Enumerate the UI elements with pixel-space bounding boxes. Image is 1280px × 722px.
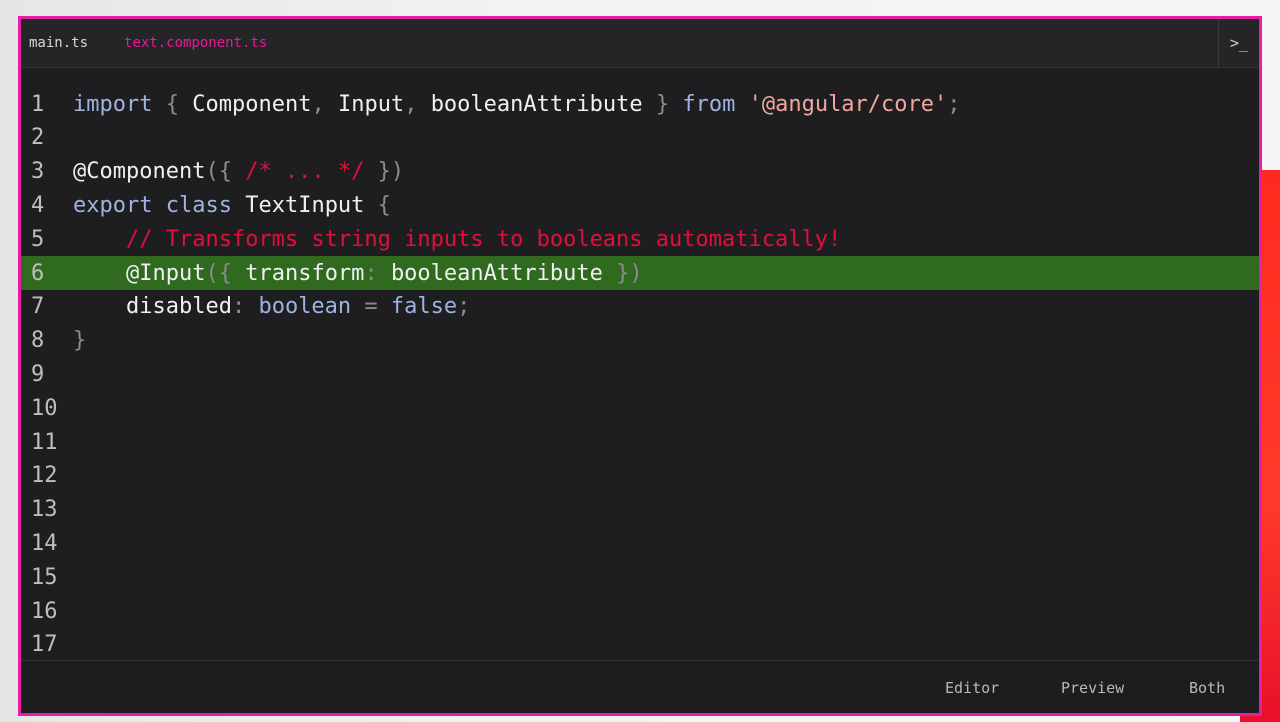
terminal-icon[interactable]: >_ [1218,19,1259,67]
code-token: import [73,91,153,117]
code-line[interactable]: 5 // Transforms string inputs to boolean… [21,222,1259,256]
code-token: }) [364,159,405,185]
code-line[interactable]: 11 [21,425,1259,459]
editor-view-button[interactable]: Editor [945,679,999,697]
code-token: : [364,260,391,286]
code-token: disabled [125,294,232,320]
code-token: } [73,328,87,354]
code-token: { [152,91,193,117]
line-number: 10 [31,395,58,421]
code-token: { [364,192,391,218]
tab-bar: main.ts text.component.ts >_ [21,19,1259,68]
code-text: export class TextInput { [73,193,391,218]
code-token: , [404,91,431,117]
code-token: class [165,192,232,218]
line-number: 13 [31,497,58,523]
tab-main-ts[interactable]: main.ts [29,35,88,51]
code-token: } [642,91,683,117]
code-line[interactable]: 1 import { Component, Input, booleanAttri… [21,87,1259,121]
line-number: 5 [31,226,45,252]
code-token: boolean [258,294,352,320]
code-editor-window: main.ts text.component.ts >_ 1 import { C… [18,16,1262,716]
both-view-button[interactable]: Both [1189,679,1225,697]
code-line[interactable]: 13 [21,493,1259,527]
code-token: '@angular/core' [748,91,948,117]
line-number: 8 [31,328,45,354]
preview-view-button[interactable]: Preview [1061,679,1124,697]
code-line[interactable]: 16 [21,594,1259,628]
line-number: 2 [31,125,45,151]
code-token: /* ... */ [245,159,365,185]
code-line[interactable]: 12 [21,459,1259,493]
code-line[interactable]: 17 [21,628,1259,662]
code-token: transform [245,260,365,286]
code-text: } [73,328,86,353]
code-token: ({ [205,260,246,286]
code-token: // Transforms string inputs to booleans … [125,226,842,252]
line-number: 3 [31,159,45,185]
code-line[interactable]: 4 export class TextInput { [21,188,1259,222]
code-text: @Input({ transform: booleanAttribute }) [73,261,643,286]
code-area[interactable]: 1 import { Component, Input, booleanAttri… [21,87,1259,663]
code-token: ({ [205,159,246,185]
code-token: Input [337,91,405,117]
code-line[interactable]: 8} [21,324,1259,358]
code-line[interactable]: 15 [21,560,1259,594]
code-token: @Component [73,159,206,185]
line-number: 12 [31,463,58,489]
code-token: Component [192,91,312,117]
code-line[interactable]: 10 [21,391,1259,425]
line-number: 7 [31,294,45,320]
code-token: = [351,294,391,320]
line-number: 17 [31,632,58,658]
code-token: export [73,192,153,218]
line-number: 9 [31,361,45,387]
code-token: : [231,294,259,320]
code-line[interactable]: 6 @Input({ transform: booleanAttribute }… [21,256,1259,290]
line-number: 6 [31,260,45,286]
tab-text-component-ts[interactable]: text.component.ts [124,35,267,51]
line-number: 15 [31,564,58,590]
code-line[interactable]: 3 @Component({ /* ... */ }) [21,155,1259,189]
code-token: booleanAttribute [390,260,603,286]
code-text: import { Component, Input, booleanAttrib… [73,92,961,117]
code-token: }) [602,260,643,286]
code-line[interactable]: 7 disabled: boolean = false; [21,290,1259,324]
code-token: @Input [125,260,206,286]
code-line[interactable]: 2 [21,121,1259,155]
code-line[interactable]: 9 [21,357,1259,391]
code-token: TextInput [245,192,365,218]
code-token: ; [947,91,961,117]
code-text: @Component({ /* ... */ }) [73,159,404,184]
code-token: false [390,294,458,320]
code-text: disabled: boolean = false; [73,294,470,319]
line-number: 1 [31,91,45,117]
code-token: booleanAttribute [430,91,643,117]
line-number: 11 [31,429,58,455]
code-token: from [682,91,736,117]
code-token: , [311,91,338,117]
code-line[interactable]: 14 [21,526,1259,560]
code-text: // Transforms string inputs to booleans … [73,227,841,252]
line-number: 14 [31,530,58,556]
line-number: 16 [31,598,58,624]
view-mode-bar: Editor Preview Both [21,660,1259,713]
code-token: ; [457,294,471,320]
line-number: 4 [31,192,45,218]
